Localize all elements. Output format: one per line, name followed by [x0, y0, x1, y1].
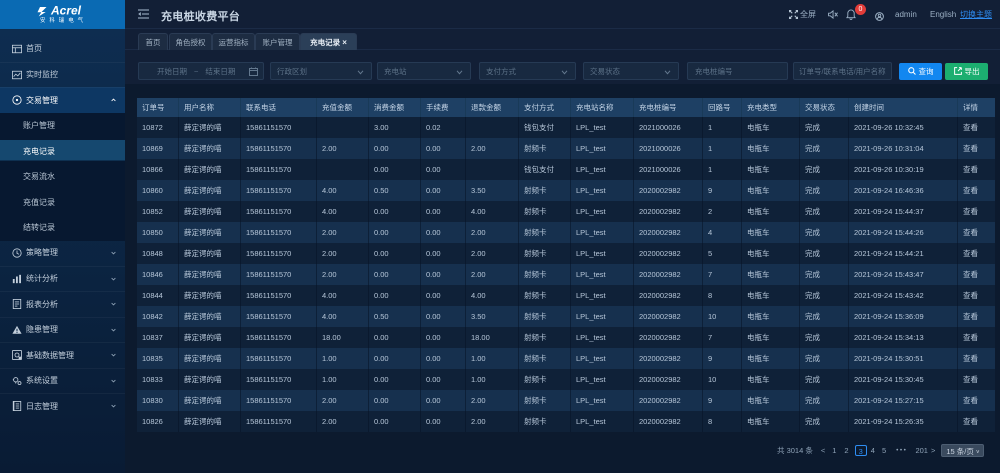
svg-text:Acrel: Acrel	[50, 4, 82, 18]
svg-text:安科瑞电气: 安科瑞电气	[40, 16, 87, 24]
